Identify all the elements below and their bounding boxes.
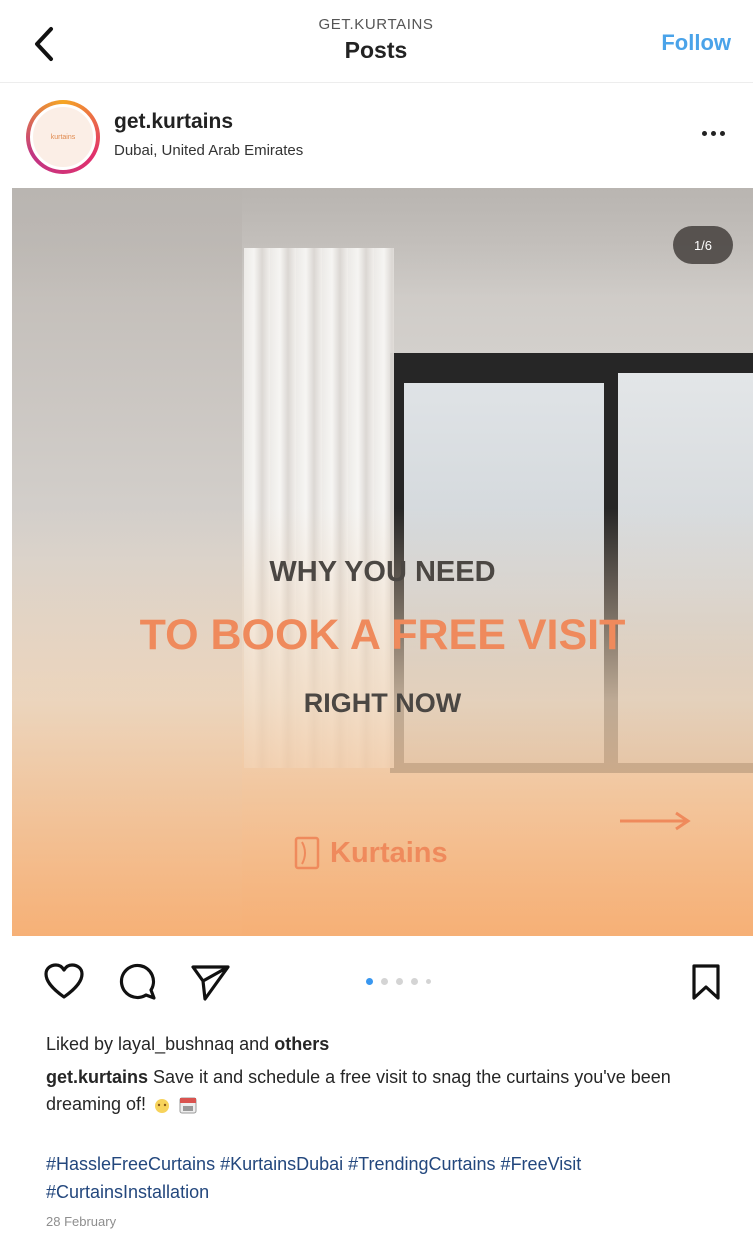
action-bar xyxy=(0,950,753,1020)
calendar-emoji-icon xyxy=(179,1097,197,1114)
comment-button[interactable] xyxy=(116,960,160,1004)
carousel-indicator xyxy=(366,978,431,985)
header-titles: GET.KURTAINS Posts xyxy=(226,16,526,64)
comment-icon xyxy=(119,963,156,1000)
send-icon xyxy=(191,965,230,1001)
more-options-button[interactable] xyxy=(693,118,733,148)
post-caption: get.kurtains Save it and schedule a free… xyxy=(46,1064,706,1118)
more-horizontal-icon xyxy=(701,130,707,136)
likes-prefix: Liked by xyxy=(46,1034,119,1054)
arrow-right-icon xyxy=(620,811,691,831)
heart-icon xyxy=(44,963,84,999)
sparkle-emoji-icon xyxy=(155,1099,170,1114)
brand-name: Kurtains xyxy=(330,836,448,869)
top-nav-bar: GET.KURTAINS Posts Follow xyxy=(0,0,753,82)
likes-summary[interactable]: Liked by layal_bushnaq and others xyxy=(46,1034,329,1055)
post-username[interactable]: get.kurtains xyxy=(114,110,233,134)
post-hashtags[interactable]: #HassleFreeCurtains #KurtainsDubai #Tren… xyxy=(46,1150,726,1206)
caption-username[interactable]: get.kurtains xyxy=(46,1067,148,1087)
image-text-line2: TO BOOK A FREE VISIT xyxy=(139,611,626,659)
carousel-dot xyxy=(381,978,388,985)
avatar-image: kurtains xyxy=(30,104,96,170)
carousel-dot xyxy=(426,979,431,984)
post-image[interactable]: 1/6 WHY YOU NEED TO BOOK A FREE VISIT RI… xyxy=(12,188,753,936)
carousel-dot xyxy=(396,978,403,985)
header-account-name: GET.KURTAINS xyxy=(318,16,434,33)
bookmark-icon xyxy=(692,964,720,1000)
avatar[interactable]: kurtains xyxy=(26,100,100,174)
image-text-line3: RIGHT NOW xyxy=(303,688,462,718)
page-title: Posts xyxy=(344,37,408,63)
brand-watermark: Kurtains xyxy=(294,828,448,878)
liker-username[interactable]: layal_bushnaq xyxy=(118,1034,234,1054)
carousel-dot xyxy=(411,978,418,985)
avatar-logo-text: kurtains xyxy=(50,133,76,141)
likes-middle: and xyxy=(234,1034,275,1054)
like-button[interactable] xyxy=(42,960,86,1004)
likes-others[interactable]: others xyxy=(274,1034,329,1054)
post-header: kurtains get.kurtains Dubai, United Arab… xyxy=(0,90,753,180)
slide-counter-badge: 1/6 xyxy=(673,226,733,264)
back-button[interactable] xyxy=(26,22,62,66)
save-button[interactable] xyxy=(684,960,728,1004)
post-date: 28 February xyxy=(46,1214,117,1229)
image-text-line1: WHY YOU NEED xyxy=(269,556,496,588)
share-button[interactable] xyxy=(188,960,232,1004)
kurtains-logo-icon xyxy=(294,836,320,870)
follow-button[interactable]: Follow xyxy=(661,30,731,56)
header-divider xyxy=(0,82,753,83)
chevron-left-icon xyxy=(35,27,53,61)
carousel-dot xyxy=(366,978,373,985)
post-location[interactable]: Dubai, United Arab Emirates xyxy=(114,142,303,159)
